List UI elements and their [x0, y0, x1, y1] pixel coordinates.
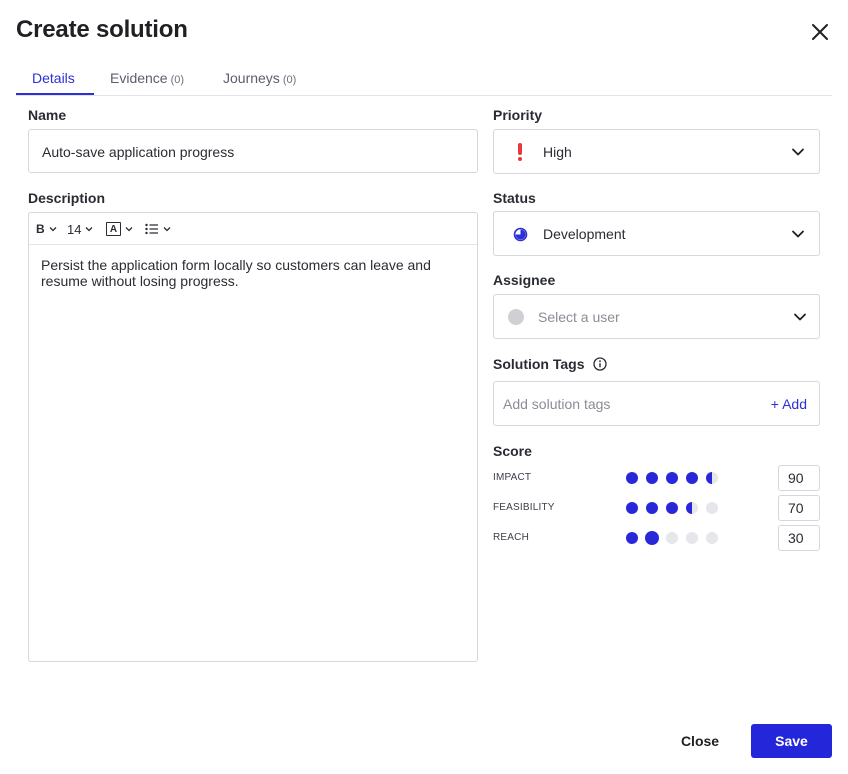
score-dot[interactable] — [666, 472, 678, 484]
tab-bar: Details Evidence (0) Journeys (0) — [16, 62, 832, 96]
solution-tags-label: Solution Tags — [493, 356, 585, 372]
chevron-down-icon — [792, 148, 804, 156]
chevron-down-icon — [163, 227, 171, 232]
score-dot[interactable] — [686, 502, 698, 514]
font-size-value: 14 — [67, 221, 82, 237]
tab-details[interactable]: Details — [32, 70, 75, 86]
name-field[interactable]: Auto-save application progress — [28, 129, 478, 173]
priority-value: High — [543, 144, 572, 160]
score-dot[interactable] — [706, 532, 718, 544]
tab-count: (0) — [170, 74, 185, 86]
tab-label: Journeys — [223, 70, 280, 86]
score-value-input[interactable]: 70 — [778, 495, 820, 521]
dialog-title: Create solution — [16, 16, 188, 43]
font-size-dropdown[interactable]: 14 — [67, 221, 94, 237]
tab-evidence[interactable]: Evidence (0) — [110, 70, 184, 86]
score-row-impact: IMPACT 90 — [493, 465, 820, 491]
chevron-down-icon — [49, 227, 57, 232]
solution-tags-label-text: Solution Tags — [493, 356, 585, 372]
score-name: IMPACT — [493, 472, 532, 483]
priority-select[interactable]: High — [493, 129, 820, 174]
description-editor[interactable]: B 14 A Persist the application form loca… — [28, 212, 478, 662]
create-solution-dialog: Create solution Details Evidence (0) Jour… — [0, 0, 848, 774]
description-text: Persist the application form locally so … — [41, 257, 431, 289]
close-dialog-button[interactable] — [806, 18, 834, 46]
score-row-feasibility: FEASIBILITY 70 — [493, 495, 820, 521]
score-label: Score — [493, 443, 532, 459]
name-value: Auto-save application progress — [42, 144, 235, 160]
close-button[interactable]: Close — [668, 724, 732, 758]
solution-tags-input[interactable]: Add solution tags + Add — [493, 381, 820, 426]
description-label: Description — [28, 190, 106, 206]
score-value-input[interactable]: 90 — [778, 465, 820, 491]
score-dot[interactable] — [706, 472, 718, 484]
status-select[interactable]: Development — [493, 211, 820, 256]
pie-progress-icon — [512, 225, 528, 243]
score-dot[interactable] — [626, 502, 638, 514]
bold-icon: B — [36, 222, 45, 236]
assignee-placeholder: Select a user — [538, 309, 620, 325]
assignee-label: Assignee — [493, 272, 556, 288]
priority-label: Priority — [493, 107, 543, 123]
avatar-placeholder-icon — [508, 308, 524, 326]
text-color-icon: A — [106, 222, 121, 236]
status-label: Status — [493, 190, 536, 206]
text-color-dropdown[interactable]: A — [106, 221, 134, 237]
score-dot[interactable] — [686, 532, 698, 544]
score-dot[interactable] — [645, 531, 659, 545]
add-tag-button[interactable]: + Add — [771, 396, 807, 412]
score-dot[interactable] — [646, 472, 658, 484]
tab-label: Details — [32, 70, 75, 86]
chevron-down-icon — [794, 313, 806, 321]
close-icon — [812, 24, 828, 40]
bold-dropdown[interactable]: B — [36, 221, 58, 237]
bullet-list-icon — [145, 223, 158, 235]
list-dropdown[interactable] — [145, 221, 172, 237]
save-button[interactable]: Save — [751, 724, 832, 758]
score-dot[interactable] — [626, 472, 638, 484]
solution-tags-placeholder: Add solution tags — [503, 396, 611, 412]
chevron-down-icon — [792, 230, 804, 238]
score-name: REACH — [493, 532, 530, 543]
score-row-reach: REACH 30 — [493, 525, 820, 551]
exclamation-icon — [512, 143, 528, 161]
tab-count: (0) — [282, 74, 297, 86]
score-dot[interactable] — [666, 502, 678, 514]
tab-label: Evidence — [110, 70, 168, 86]
status-value: Development — [543, 226, 626, 242]
score-dot[interactable] — [626, 532, 638, 544]
name-label: Name — [28, 107, 67, 123]
info-icon[interactable] — [593, 357, 607, 371]
active-tab-indicator — [16, 93, 94, 95]
score-dot[interactable] — [706, 502, 718, 514]
score-dot[interactable] — [646, 502, 658, 514]
tab-journeys[interactable]: Journeys (0) — [223, 70, 296, 86]
chevron-down-icon — [125, 227, 133, 232]
assignee-select[interactable]: Select a user — [493, 294, 820, 339]
editor-toolbar: B 14 A — [29, 213, 477, 245]
score-dot[interactable] — [686, 472, 698, 484]
score-name: FEASIBILITY — [493, 502, 555, 513]
score-value-input[interactable]: 30 — [778, 525, 820, 551]
score-dot[interactable] — [666, 532, 678, 544]
chevron-down-icon — [86, 227, 93, 232]
